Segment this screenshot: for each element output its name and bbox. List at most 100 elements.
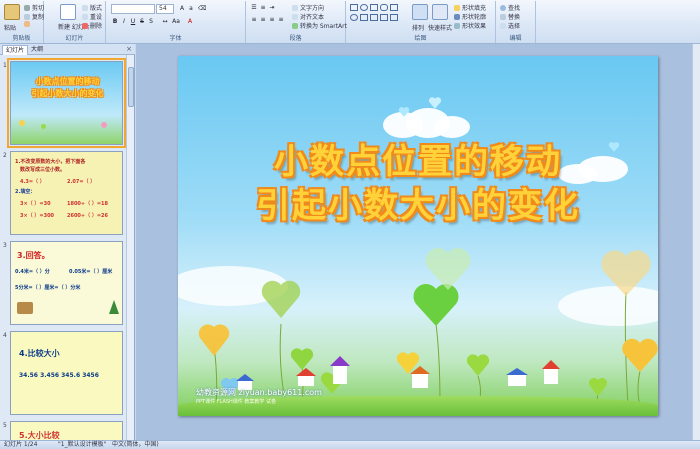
star-shape-icon[interactable] — [370, 14, 378, 21]
copy-button[interactable]: 复制 — [24, 12, 44, 21]
smartart-button[interactable]: 转换为 SmartArt — [292, 21, 347, 30]
thumb-text: 2.07=（ ） — [67, 179, 96, 185]
slides-group-label: 幻灯片 — [65, 35, 84, 42]
panel-tabs: 幻灯片 大纲 × — [0, 44, 135, 55]
scrollbar-thumb[interactable] — [128, 67, 134, 107]
text-direction-icon — [292, 4, 298, 11]
drawing-group-label: 绘图 — [414, 35, 427, 42]
tab-slides[interactable]: 幻灯片 — [2, 45, 29, 55]
thumb-heading: 3.回答。 — [17, 251, 50, 260]
underline-button[interactable]: U — [129, 18, 137, 26]
oval-shape-icon[interactable] — [360, 4, 368, 11]
effects-icon — [454, 22, 460, 29]
thumb-text: 3×（ ）=30 — [20, 201, 51, 207]
font-size-select[interactable]: 54 — [156, 4, 174, 14]
reset-button[interactable]: 重设 — [82, 12, 102, 21]
heart-balloons — [198, 247, 658, 407]
thumb-number: 2 — [3, 152, 7, 159]
shape-outline-button[interactable]: 形状轮廓 — [454, 12, 486, 21]
font-group-label: 字体 — [169, 35, 182, 42]
paragraph-group-label: 段落 — [289, 35, 302, 42]
thumb-text: 2.填空： — [15, 189, 36, 195]
align-center-icon[interactable]: ≡ — [259, 16, 267, 24]
triangle-shape-icon[interactable] — [360, 14, 368, 21]
delete-button[interactable]: 删除 — [82, 21, 102, 30]
char-spacing-icon[interactable]: ↔ — [161, 18, 169, 26]
grow-font-icon[interactable]: A — [178, 5, 186, 13]
callout-shape-icon[interactable] — [390, 14, 398, 21]
thumb-number: 4 — [3, 332, 7, 339]
tab-outline[interactable]: 大纲 — [28, 45, 46, 55]
rectangle-shape-icon[interactable] — [350, 4, 358, 11]
align-left-icon[interactable]: ≡ — [250, 16, 258, 24]
slide-thumbnail-1[interactable]: 小数点位置的移动 引起小数大小的变化 — [7, 58, 126, 148]
select-button[interactable]: 选择 — [500, 21, 520, 30]
shrink-font-icon[interactable]: a — [187, 5, 195, 13]
new-slide-icon[interactable] — [60, 4, 76, 20]
signpost-icon — [17, 302, 33, 314]
justify-icon[interactable]: ≡ — [277, 16, 285, 24]
thumbnail-scrollbar[interactable] — [126, 55, 134, 440]
slide-counter: 幻灯片 1/24 — [4, 441, 38, 448]
thumb-text: 3×（ ）=300 — [20, 213, 55, 219]
brace-shape-icon[interactable] — [380, 14, 388, 21]
layout-button[interactable]: 版式 — [82, 3, 102, 12]
group-paragraph: ☰ ≡ ⇥ ≡ ≡ ≡ ≡ 文字方向 对齐文本 转换为 SmartArt 段落 — [246, 1, 347, 43]
thumb-text: 数改写成三位小数。 — [20, 167, 66, 173]
bullets-icon[interactable]: ☰ — [250, 4, 258, 12]
arrange-icon[interactable] — [412, 4, 428, 20]
thumb-text: 34.56 3.456 345.6 3456 — [19, 372, 99, 379]
format-painter-button[interactable] — [24, 21, 30, 27]
circle-shape-icon[interactable] — [350, 14, 358, 21]
italic-button[interactable]: I — [120, 18, 128, 26]
indent-icon[interactable]: ⇥ — [268, 4, 276, 12]
arrow-shape-icon[interactable] — [390, 4, 398, 11]
current-slide[interactable]: 小数点位置的移动 引起小数大小的变化 幼教资源网 ziyuan.baby611.… — [178, 56, 658, 416]
fill-bucket-icon — [454, 4, 460, 11]
group-editing: 查找 替换 选择 编辑 — [496, 1, 536, 43]
editing-group-label: 编辑 — [509, 35, 522, 42]
align-right-icon[interactable]: ≡ — [268, 16, 276, 24]
numbering-icon[interactable]: ≡ — [259, 4, 267, 12]
watermark-text: 幼教资源网 ziyuan.baby611.com — [196, 388, 322, 397]
font-name-select[interactable] — [111, 4, 155, 14]
font-color-icon[interactable]: A — [186, 18, 194, 26]
layout-icon — [82, 4, 88, 11]
close-icon[interactable]: × — [126, 45, 132, 53]
thumb-title-line1: 小数点位置的移动 — [35, 77, 100, 86]
watermark-subtext: PPT课件 FLASH课件 教案教学 试卷 — [196, 399, 276, 405]
arrange-button[interactable]: 排列 — [412, 23, 424, 32]
shape-effects-button[interactable]: 形状效果 — [454, 21, 486, 30]
slide-thumbnail-5[interactable]: 5.大小比较 — [10, 421, 123, 440]
strike-button[interactable]: S — [138, 18, 146, 26]
slide-editor: 小数点位置的移动 引起小数大小的变化 幼教资源网 ziyuan.baby611.… — [136, 44, 700, 440]
language-indicator[interactable]: 中文(简体，中国) — [112, 441, 159, 449]
shape-fill-button[interactable]: 形状填充 — [454, 3, 486, 12]
find-button[interactable]: 查找 — [500, 3, 520, 12]
outline-pen-icon — [454, 13, 460, 20]
quick-styles-button[interactable]: 快速样式 — [428, 23, 452, 32]
clear-format-icon[interactable]: ⌫ — [198, 5, 206, 13]
status-bar: 幻灯片 1/24 "1_默认设计模板" 中文(简体，中国) — [0, 440, 700, 449]
replace-button[interactable]: 替换 — [500, 12, 520, 21]
text-direction-button[interactable]: 文字方向 — [292, 3, 324, 12]
shadow-button[interactable]: S — [147, 18, 155, 26]
slide-thumbnail-panel: 幻灯片 大纲 × 1 小数点位置的移动 引起小数大小的变化 2 1.不改变原数的… — [0, 44, 135, 440]
rounded-rect-shape-icon[interactable] — [380, 4, 388, 11]
editor-scrollbar[interactable] — [692, 44, 700, 440]
house-icon — [410, 366, 430, 388]
slide-thumbnail-3[interactable]: 3.回答。 0.4米=（ ）分 0.05米=（ ）厘米 5分米=（ ）厘米=（ … — [10, 241, 123, 325]
group-drawing: 排列 快速样式 形状填充 形状轮廓 形状效果 绘图 — [346, 1, 496, 43]
slide-thumbnail-4[interactable]: 4.比较大小 34.56 3.456 345.6 3456 — [10, 331, 123, 415]
quick-styles-icon[interactable] — [432, 4, 448, 20]
cut-button[interactable]: 剪切 — [24, 3, 44, 12]
change-case-icon[interactable]: Aa — [172, 18, 180, 26]
align-text-button[interactable]: 对齐文本 — [292, 12, 324, 21]
slide-thumbnail-2[interactable]: 1.不改变原数的大小，把下面各 数改写成三位小数。 4.3=（ ） 2.07=（… — [10, 151, 123, 235]
line-shape-icon[interactable] — [370, 4, 378, 11]
paste-button[interactable]: 粘贴 — [4, 23, 16, 32]
paste-icon[interactable] — [4, 4, 20, 20]
bold-button[interactable]: B — [111, 18, 119, 26]
house-icon — [542, 360, 560, 384]
group-slides: 新建 幻灯片 版式 重设 删除 幻灯片 — [44, 1, 106, 43]
